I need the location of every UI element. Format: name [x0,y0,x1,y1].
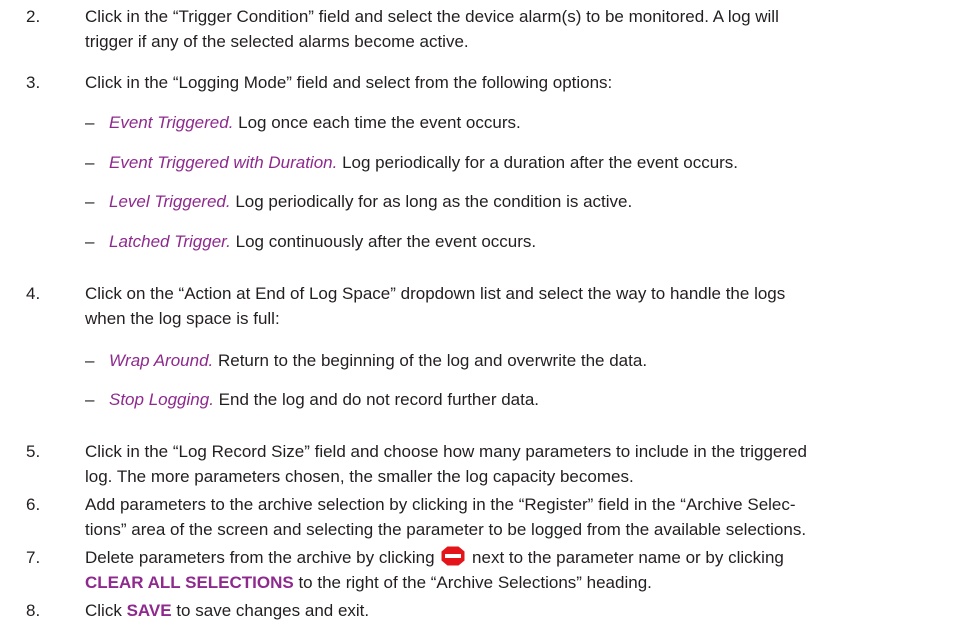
option-description: Return to the beginning of the log and o… [213,351,648,370]
step-text: to the right of the “Archive Selections”… [293,573,652,592]
option-term: Event Triggered with Duration. [109,153,338,172]
end-action-option: – Stop Logging. End the log and do not r… [85,387,960,412]
step-text-line: log. The more parameters chosen, the sma… [85,467,634,486]
stop-sign-icon [441,546,465,566]
logging-mode-option: – Event Triggered with Duration. Log per… [85,150,960,175]
step-number: 8. [26,601,41,620]
step-text: Click [85,601,127,620]
step-text-line: Add parameters to the archive selection … [85,495,796,514]
logging-mode-option: – Latched Trigger. Log continuously afte… [85,229,960,254]
step-text-line: Click SAVE to save changes and exit. [85,598,960,623]
step-text-line: tions” area of the screen and selecting … [85,520,807,539]
step-text-line: Click in the “Trigger Condition” field a… [85,7,779,26]
step-text-line: Click on the “Action at End of Log Space… [85,284,786,303]
option-term: Wrap Around. [109,351,214,370]
option-description: Log continuously after the event occurs. [230,232,537,251]
step-number: 3. [26,73,41,92]
end-action-option: – Wrap Around. Return to the beginning o… [85,348,960,373]
bullet-dash: – [85,390,95,409]
logging-mode-option: – Event Triggered. Log once each time th… [85,110,960,135]
save-keyword: SAVE [126,601,172,620]
step-number: 4. [26,284,41,303]
step-text: next to the parameter name or by clickin… [467,548,784,567]
step-number: 6. [26,495,41,514]
step-5: 5. Click in the “Log Record Size” field … [26,439,960,489]
bullet-dash: – [85,153,95,172]
clear-all-selections-keyword: CLEAR ALL SELECTIONS [85,573,294,592]
bullet-dash: – [85,351,95,370]
option-term: Latched Trigger. [109,232,231,251]
step-text-line: when the log space is full: [85,309,280,328]
step-4: 4. Click on the “Action at End of Log Sp… [26,281,960,331]
bullet-dash: – [85,113,95,132]
step-6: 6. Add parameters to the archive selecti… [26,492,960,542]
option-term: Level Triggered. [109,192,231,211]
bullet-dash: – [85,232,95,251]
step-3: 3. Click in the “Logging Mode” field and… [26,70,960,95]
option-term: Event Triggered. [109,113,234,132]
step-7: 7. Delete parameters from the archive by… [26,545,960,595]
option-description: Log once each time the event occurs. [233,113,521,132]
step-number: 7. [26,548,41,567]
option-description: Log periodically for as long as the cond… [230,192,633,211]
step-number: 5. [26,442,41,461]
step-text-line: trigger if any of the selected alarms be… [85,32,469,51]
step-text-line: CLEAR ALL SELECTIONS to the right of the… [85,570,960,595]
step-text-line: Click in the “Log Record Size” field and… [85,442,807,461]
bullet-dash: – [85,192,95,211]
step-text: to save changes and exit. [171,601,370,620]
step-number: 2. [26,7,41,26]
option-term: Stop Logging. [109,390,214,409]
step-text: Delete parameters from the archive by cl… [85,548,440,567]
option-description: Log periodically for a duration after th… [337,153,739,172]
step-2: 2. Click in the “Trigger Condition” fiel… [26,4,960,54]
option-description: End the log and do not record further da… [213,390,540,409]
logging-mode-option: – Level Triggered. Log periodically for … [85,189,960,214]
step-text-line: Click in the “Logging Mode” field and se… [85,73,613,92]
step-8: 8. Click SAVE to save changes and exit. [26,598,960,623]
step-text-line: Delete parameters from the archive by cl… [85,545,960,570]
